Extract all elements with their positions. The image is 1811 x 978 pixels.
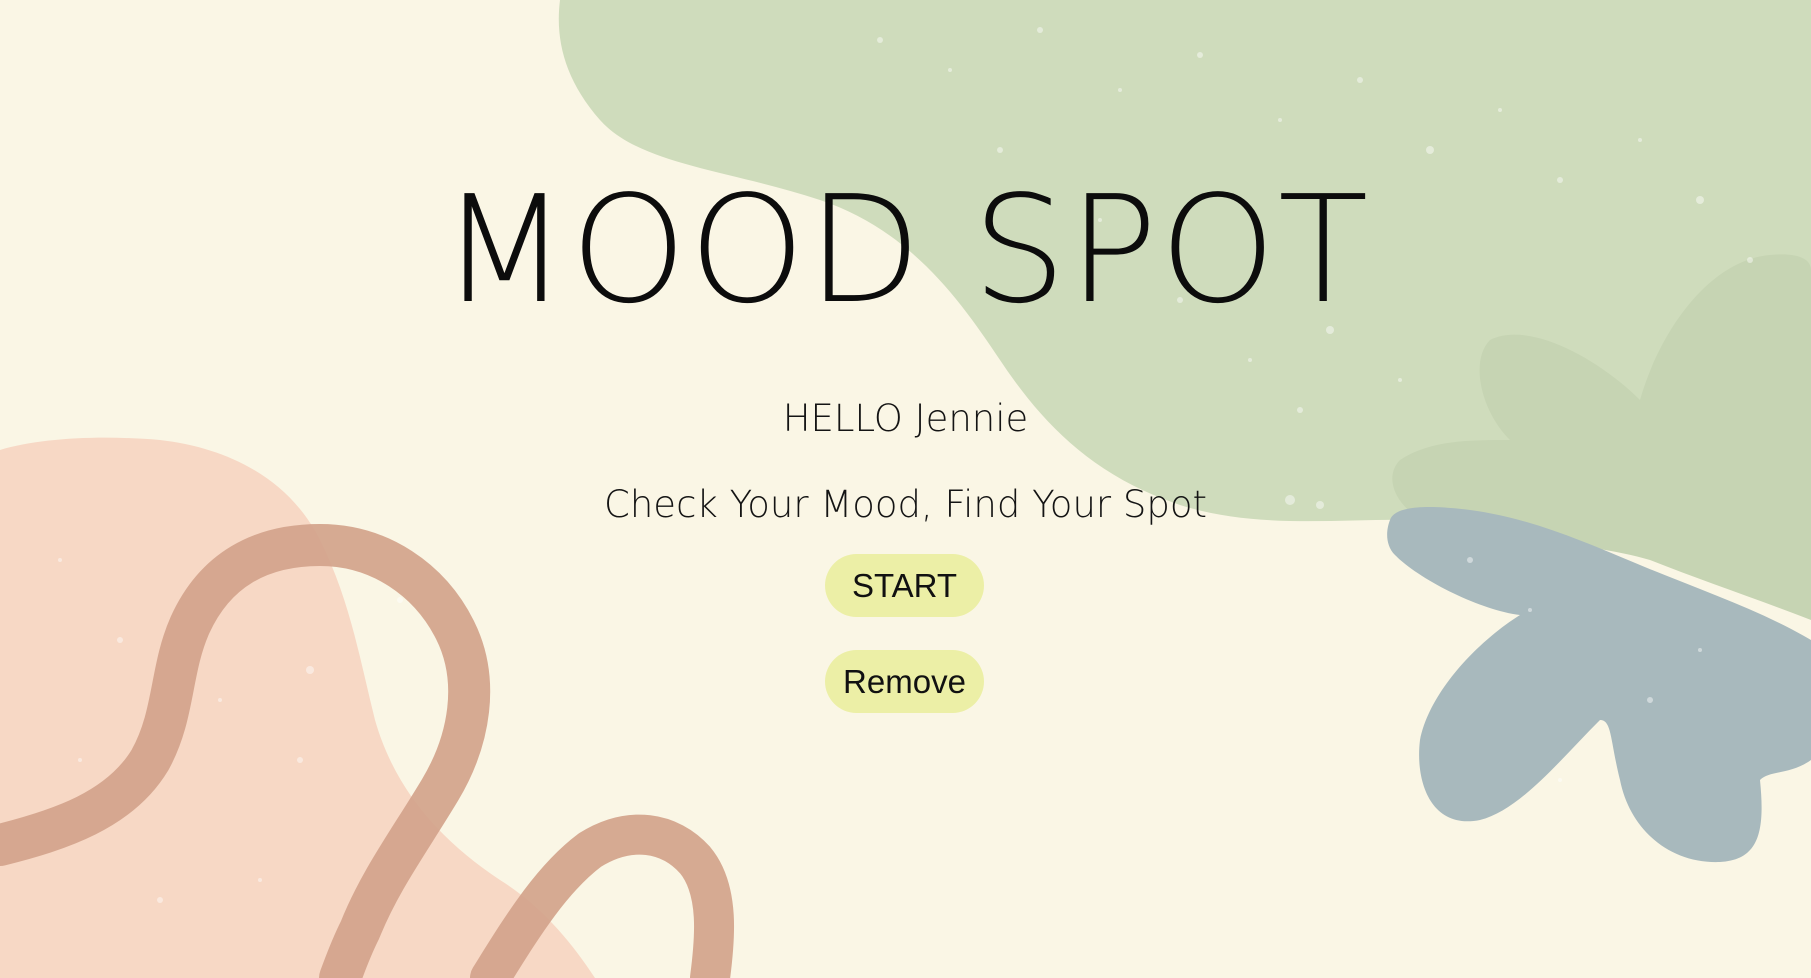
- greeting-text: HELLO Jennie: [782, 397, 1029, 440]
- app-title: MOOD SPOT: [440, 164, 1371, 336]
- main-content: MOOD SPOT HELLO Jennie Check Your Mood, …: [0, 0, 1811, 978]
- landing-page: MOOD SPOT HELLO Jennie Check Your Mood, …: [0, 0, 1811, 978]
- tagline-text: Check Your Mood, Find Your Spot: [604, 483, 1207, 526]
- remove-button[interactable]: Remove: [825, 650, 984, 713]
- start-button[interactable]: START: [825, 554, 984, 617]
